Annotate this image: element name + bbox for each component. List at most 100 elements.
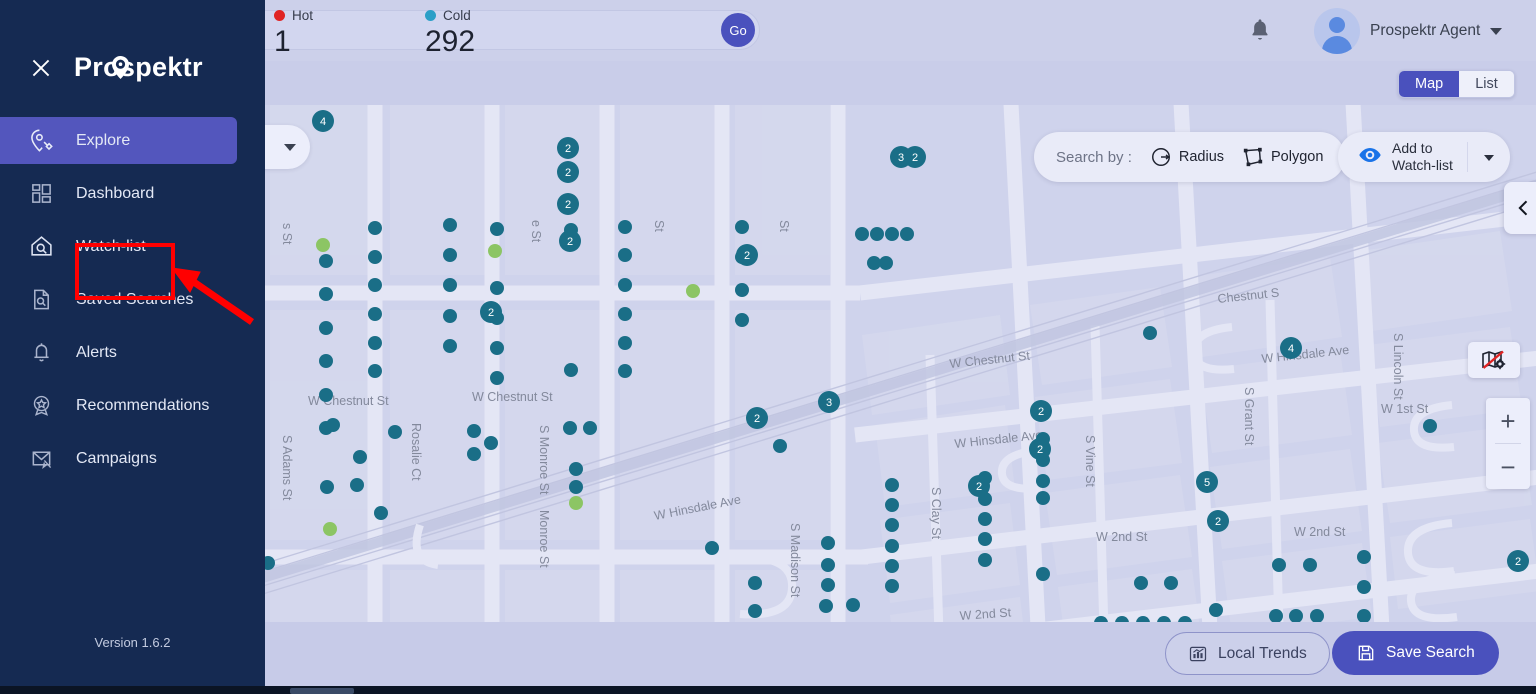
cluster-marker[interactable]: 2 [968,475,990,497]
svg-text:4: 4 [1288,343,1294,355]
sidebar-item-campaigns[interactable]: Campaigns [0,435,265,482]
zoom-in-button[interactable]: + [1486,398,1530,443]
svg-text:S Lincoln St: S Lincoln St [1391,333,1405,400]
award-badge-icon [28,393,54,419]
search-by-radius[interactable]: Radius [1150,146,1224,168]
polygon-icon [1243,147,1263,167]
cluster-marker[interactable]: 2 [557,193,579,215]
svg-text:2: 2 [1038,406,1044,418]
tab-map[interactable]: Map [1399,71,1460,97]
cluster-marker[interactable]: 2 [557,161,579,183]
sidebar-item-label: Campaigns [76,449,157,467]
brand-text: Prospektr [74,52,203,82]
search-by-panel: Search by : Radius Polygon [1034,132,1346,182]
hot-label: Hot [292,8,314,23]
svg-text:W 2nd St: W 2nd St [959,605,1012,622]
svg-text:e St: e St [529,220,543,243]
svg-text:2: 2 [565,199,571,211]
cluster-marker[interactable]: 2 [746,407,768,429]
cluster-marker[interactable]: 2 [1207,510,1229,532]
sidebar-item-recommendations[interactable]: Recommendations [0,382,265,429]
sidebar-item-label: Alerts [76,343,117,361]
sidebar-item-saved-searches[interactable]: Saved Searches [0,276,265,323]
svg-text:s St: s St [280,223,294,245]
svg-text:W Chestnut St: W Chestnut St [472,390,553,404]
grid-dashboard-icon [28,181,54,207]
svg-text:2: 2 [565,167,571,179]
svg-text:Rosalie Ct: Rosalie Ct [409,423,423,481]
cluster-marker[interactable]: 2 [736,244,758,266]
campaign-send-icon [28,446,54,472]
navigation-drawer: Prospektr Explore Dashboard Watch-list S… [0,0,265,686]
hot-status-dot [274,10,285,21]
sidebar-item-label: Dashboard [76,184,155,202]
sidebar-item-label: Saved Searches [76,290,194,308]
notifications-bell-icon[interactable] [1246,17,1274,45]
svg-text:2: 2 [754,413,760,425]
stat-hot: Hot 1 [274,8,313,59]
svg-text:St: St [652,220,666,232]
cluster-marker[interactable]: 4 [1280,337,1302,359]
chevron-down-icon[interactable] [1490,27,1503,35]
svg-text:3: 3 [898,152,904,164]
svg-text:5: 5 [1204,477,1210,489]
sidebar-item-watch-list[interactable]: Watch-list [0,223,265,270]
floppy-save-icon [1358,645,1374,661]
version-label: Version 1.6.2 [94,635,171,650]
add-to-watchlist-button[interactable]: Add to Watch-list [1338,132,1510,182]
taskbar-chip [290,688,354,694]
sidebar-item-label: Recommendations [76,396,210,414]
bell-icon [28,340,54,366]
svg-text:S Madison St: S Madison St [788,523,802,598]
svg-text:2: 2 [567,236,573,248]
watchlist-dropdown-chevron-down-icon[interactable] [1468,148,1510,166]
svg-text:W 2nd St: W 2nd St [1294,525,1346,539]
local-trends-label: Local Trends [1218,644,1307,662]
svg-text:2: 2 [1037,444,1043,456]
svg-text:St: St [777,220,791,232]
polygon-label: Polygon [1271,149,1324,165]
view-toggle[interactable]: Map List [1398,70,1515,98]
sidebar-item-alerts[interactable]: Alerts [0,329,265,376]
svg-text:2: 2 [1215,516,1221,528]
chevron-down-icon[interactable] [284,143,296,151]
svg-text:S Adams St: S Adams St [280,435,294,501]
svg-text:2: 2 [976,481,982,493]
cluster-marker[interactable]: 2 [904,146,926,168]
radius-label: Radius [1178,149,1225,165]
cold-value: 292 [425,25,476,58]
cluster-marker[interactable]: 2 [1030,400,1052,422]
tab-list[interactable]: List [1459,71,1514,97]
sidebar-item-dashboard[interactable]: Dashboard [0,170,265,217]
svg-text:S Monroe St: S Monroe St [537,425,551,495]
cluster-marker[interactable]: 2 [1029,438,1051,460]
search-by-polygon[interactable]: Polygon [1242,146,1323,168]
cluster-marker[interactable]: 3 [818,391,840,413]
watchlist-line1: Add to [1392,139,1433,156]
zoom-controls[interactable]: + − [1486,398,1530,489]
hot-value: 1 [274,25,291,58]
drawer-header: Prospektr [0,0,265,83]
save-search-label: Save Search [1386,644,1475,661]
collapse-panel-button[interactable] [1504,182,1536,234]
cluster-marker[interactable]: 2 [559,230,581,252]
svg-text:S Vine St: S Vine St [1083,435,1097,487]
sidebar-item-label: Watch-list [76,237,146,255]
sidebar-item-explore[interactable]: Explore [0,117,237,164]
nav-list: Explore Dashboard Watch-list Saved Searc… [0,117,265,482]
cluster-marker[interactable]: 2 [557,137,579,159]
profile-menu[interactable]: Prospektr Agent [1314,8,1503,54]
save-search-button[interactable]: Save Search [1332,631,1499,675]
go-button[interactable]: Go [721,13,755,47]
map-layers-toggle-button[interactable] [1468,342,1520,378]
close-icon[interactable] [28,55,54,81]
cluster-marker[interactable]: 4 [312,110,334,132]
cluster-marker[interactable]: 2 [480,301,502,323]
window-bottom-strip [0,686,1536,694]
cluster-marker[interactable]: 5 [1196,471,1218,493]
zoom-out-button[interactable]: − [1486,444,1530,489]
local-trends-button[interactable]: Local Trends [1165,632,1330,675]
cluster-marker[interactable]: 2 [1507,550,1529,572]
circle-radius-icon [1151,148,1170,166]
svg-text:2: 2 [488,307,494,319]
